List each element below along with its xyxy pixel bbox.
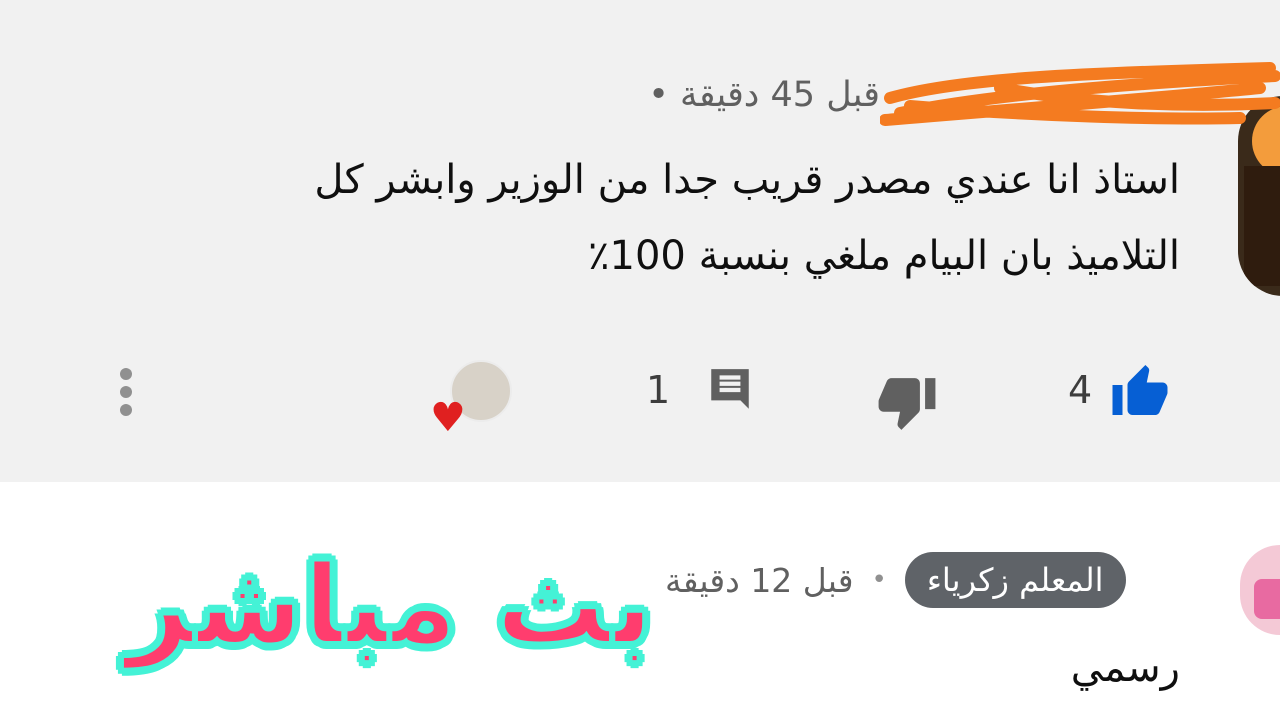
meta-separator: •: [871, 565, 887, 595]
comment-text-line: التلاميذ بان البيام ملغي بنسبة 100٪: [588, 233, 1180, 279]
reply-button[interactable]: 1: [646, 360, 756, 420]
creator-heart: ♥: [430, 360, 520, 440]
reply-meta: قبل 12 دقيقة • المعلم زكرياء: [665, 550, 1126, 610]
dislike-button[interactable]: [876, 374, 938, 434]
redacted-author-scribble: [880, 62, 1280, 126]
like-button[interactable]: 4: [1068, 360, 1170, 420]
reply-author-badge[interactable]: المعلم زكرياء: [904, 552, 1126, 608]
more-options-button[interactable]: [116, 362, 136, 422]
thumbs-down-icon: [878, 378, 936, 430]
like-count: 4: [1068, 368, 1093, 412]
reply-count: 1: [646, 368, 671, 412]
comment-actions: 4 1 ♥: [0, 350, 1280, 440]
live-stream-title: بث مباشر: [125, 539, 656, 671]
thumbs-up-icon: [1112, 365, 1168, 415]
comment-text-line: استاذ انا عندي مصدر قريب جدا من الوزير و…: [314, 157, 1180, 203]
reply-time: قبل 12 دقيقة: [665, 560, 854, 600]
meta-separator: •: [648, 75, 669, 115]
comment-body: استاذ انا عندي مصدر قريب جدا من الوزير و…: [180, 142, 1180, 294]
reply-body: رسمي: [1070, 645, 1180, 691]
more-vertical-icon: [120, 368, 132, 380]
comment-time: قبل 45 دقيقة: [680, 75, 880, 115]
comment-meta: قبل 45 دقيقة •: [648, 70, 880, 120]
comment-icon: [711, 369, 749, 409]
heart-icon: ♥: [430, 395, 466, 441]
